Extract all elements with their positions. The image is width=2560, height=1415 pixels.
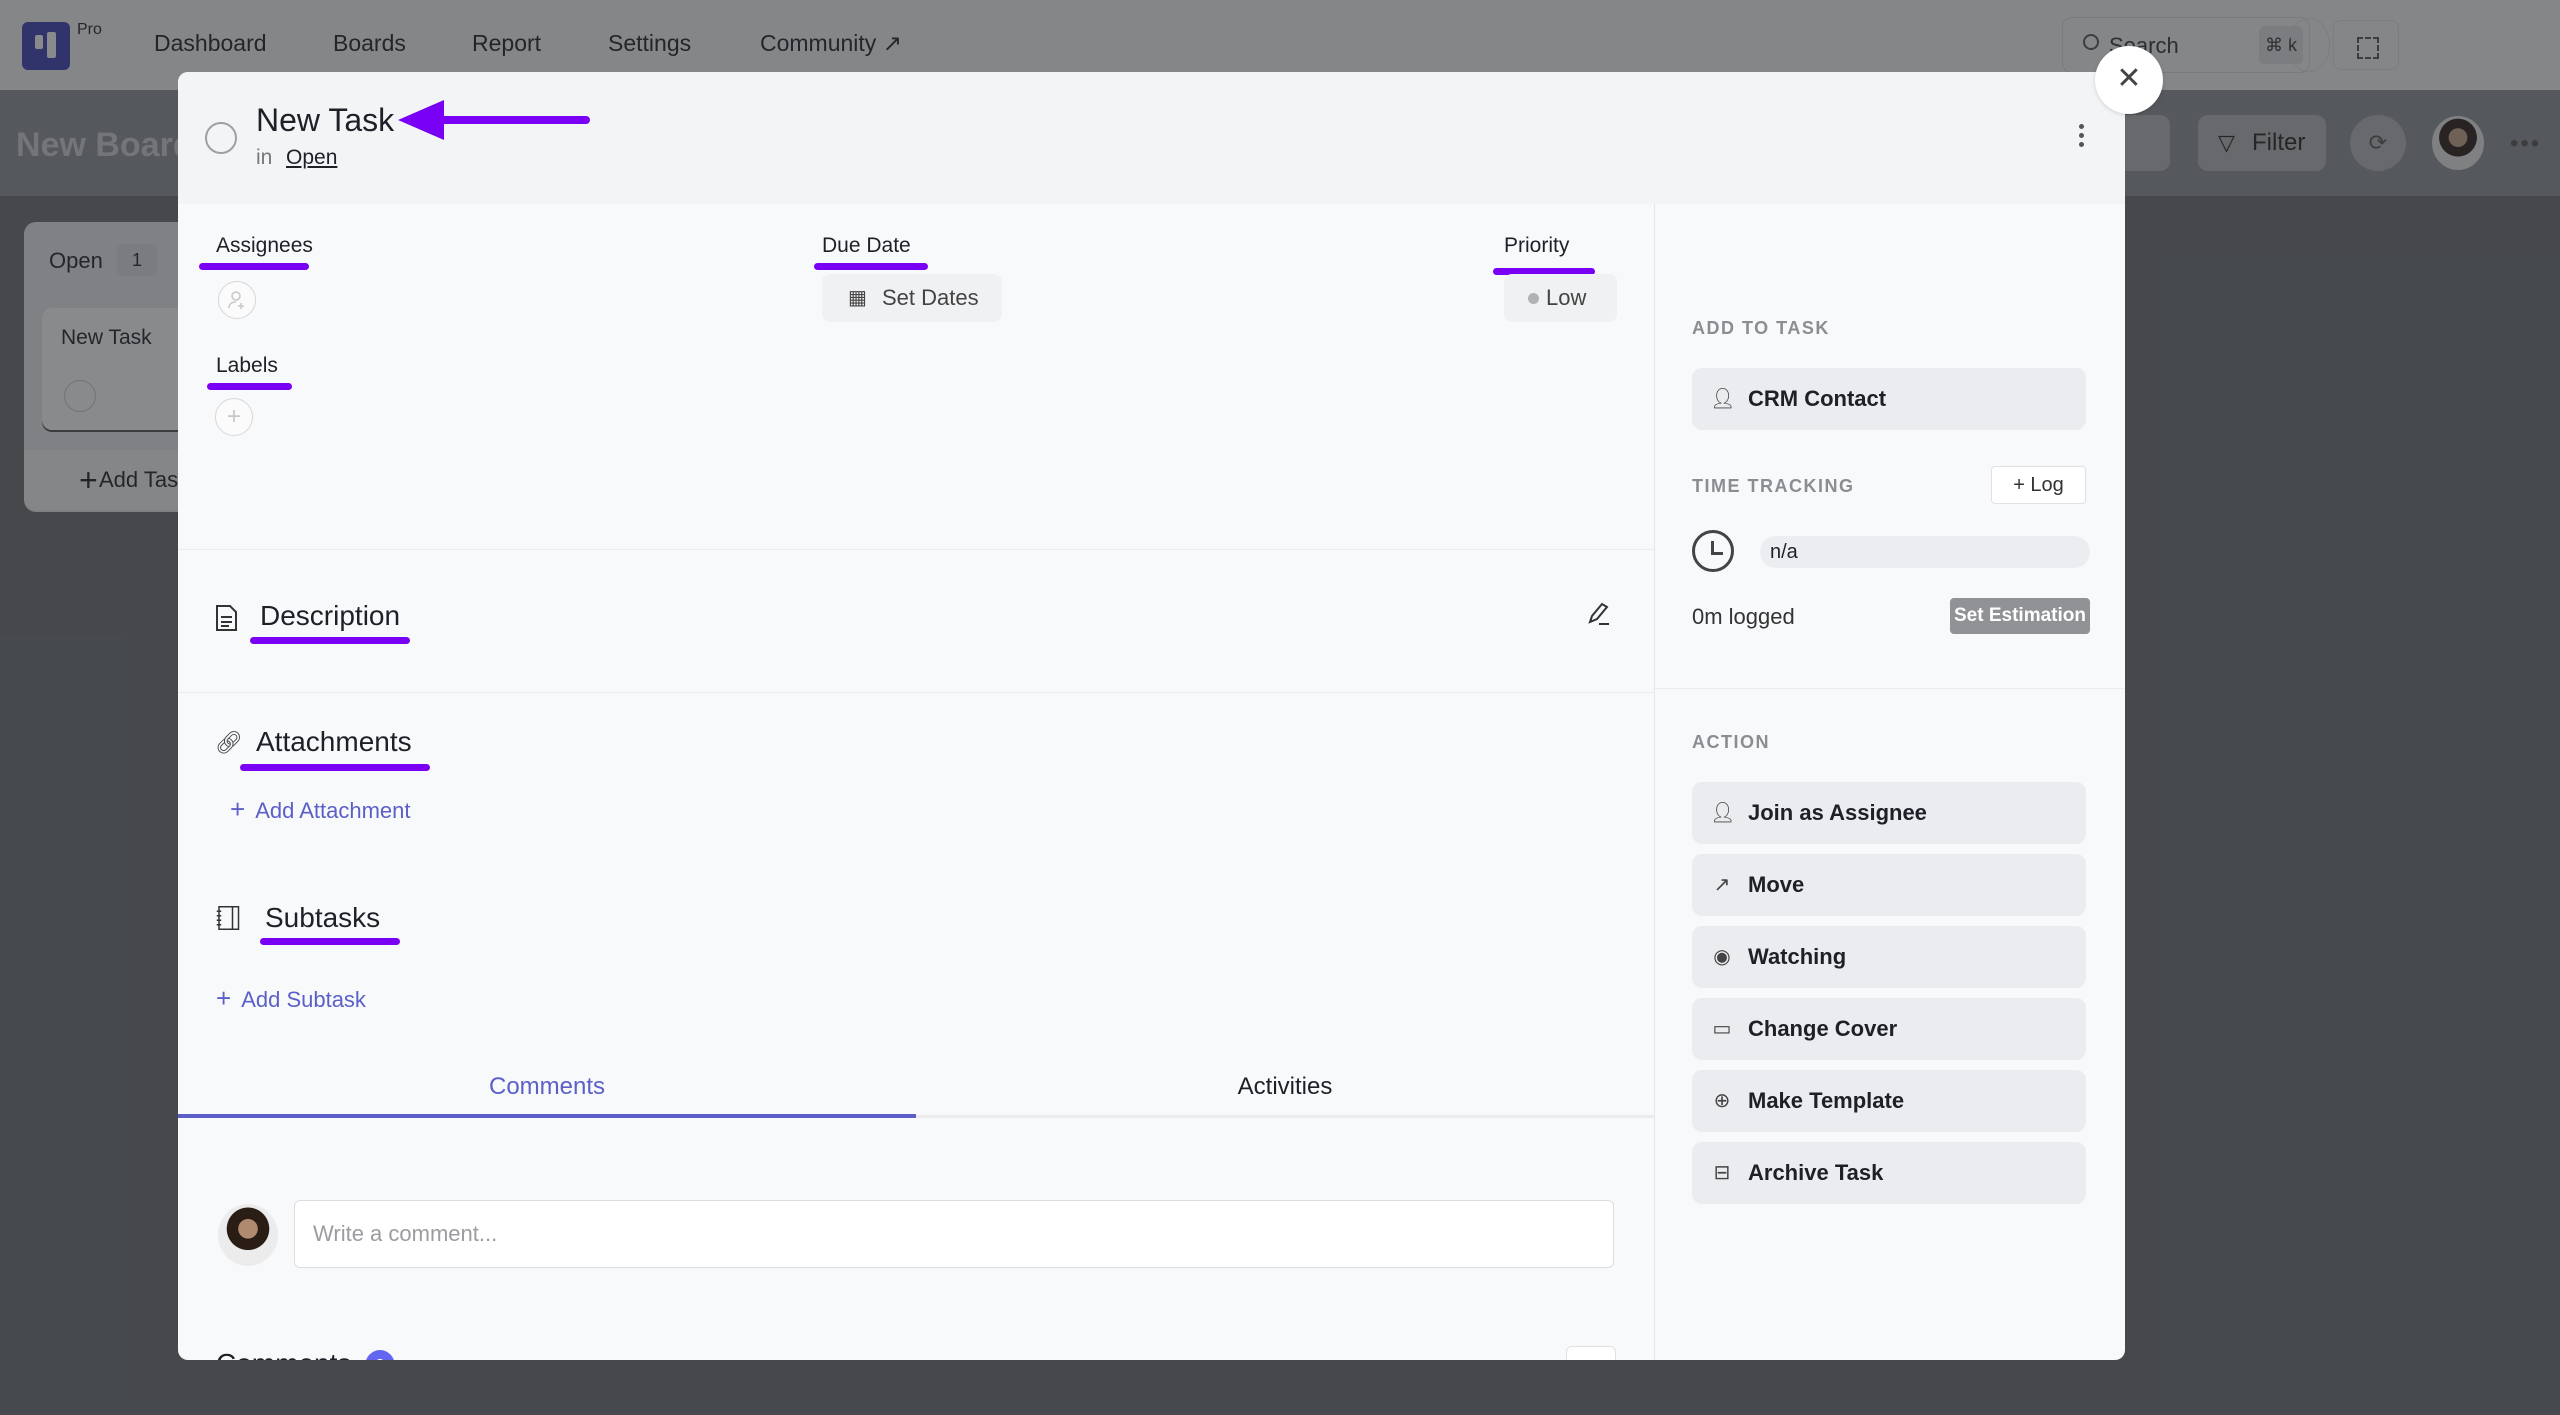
- action-heading: ACTION: [1692, 732, 1770, 752]
- stage-prefix: in: [256, 146, 273, 169]
- move-button[interactable]: ↗ Move: [1692, 854, 2086, 916]
- action-label: Make Template: [1748, 1088, 1905, 1113]
- action-label: Join as Assignee: [1748, 800, 1927, 825]
- annotation-arrow-icon: [398, 100, 590, 140]
- arrow-up-right-icon: ↗: [1713, 874, 1731, 896]
- priority-value: Low: [1546, 285, 1587, 310]
- eye-icon: ◉: [1713, 946, 1731, 968]
- join-as-assignee-button[interactable]: 👤︎ Join as Assignee: [1692, 782, 2086, 844]
- archive-task-button[interactable]: ⊟ Archive Task: [1692, 1142, 2086, 1204]
- make-template-button[interactable]: ⊕ Make Template: [1692, 1070, 2086, 1132]
- edit-pencil-icon[interactable]: [1584, 600, 1614, 630]
- annotation-underline: [260, 938, 400, 945]
- log-time-button[interactable]: + Log: [1991, 466, 2086, 504]
- add-attachment-label: Add Attachment: [255, 798, 411, 823]
- divider: [1655, 688, 2125, 689]
- action-label: Watching: [1748, 944, 1847, 969]
- divider: [178, 692, 1654, 693]
- user-icon: 👤︎: [1710, 388, 1736, 410]
- plus-icon: +: [216, 983, 232, 1013]
- user-icon: 👤︎: [1710, 802, 1736, 824]
- annotation-underline: [240, 764, 430, 771]
- comments-activities-tabs: Comments Activities: [178, 1064, 1654, 1118]
- plus-circle-icon: ⊕: [1713, 1090, 1731, 1112]
- link-icon: 🔗︎: [215, 730, 243, 755]
- set-dates-button[interactable]: ▦ Set Dates: [822, 274, 1002, 322]
- stage-link[interactable]: Open: [286, 146, 337, 170]
- action-label: Move: [1748, 872, 1805, 897]
- time-tracking-heading: TIME TRACKING: [1692, 476, 1855, 496]
- notebook-icon: [216, 906, 240, 930]
- action-label: Archive Task: [1748, 1160, 1884, 1185]
- priority-select[interactable]: Low: [1504, 274, 1617, 322]
- chevron-down-icon[interactable]: ⌄: [1566, 1346, 1616, 1360]
- add-label-button[interactable]: +: [215, 398, 253, 436]
- change-cover-button[interactable]: ▭ Change Cover: [1692, 998, 2086, 1060]
- current-user-avatar: [218, 1204, 278, 1266]
- comments-heading: Comments: [216, 1348, 351, 1360]
- due-date-label: Due Date: [822, 234, 911, 257]
- time-logged: 0m logged: [1692, 604, 1795, 629]
- priority-dot-icon: [1528, 293, 1539, 304]
- subtasks-heading: Subtasks: [265, 902, 381, 933]
- set-estimation-button[interactable]: Set Estimation: [1950, 598, 2090, 634]
- tab-activities[interactable]: Activities: [916, 1064, 1654, 1118]
- task-title[interactable]: New Task: [256, 102, 394, 139]
- annotation-underline: [250, 637, 410, 644]
- task-main-content: Assignees Labels + Due Date ▦ Set Dates …: [178, 204, 1654, 1360]
- document-icon: [216, 605, 237, 631]
- task-sidebar: ADD TO TASK 👤︎ CRM Contact TIME TRACKING…: [1654, 204, 2125, 1360]
- watching-button[interactable]: ◉ Watching: [1692, 926, 2086, 988]
- close-modal-button[interactable]: ✕: [2095, 46, 2163, 114]
- add-subtask-link[interactable]: + Add Subtask: [216, 983, 366, 1014]
- archive-icon: ⊟: [1713, 1162, 1731, 1184]
- add-assignee-icon[interactable]: [218, 281, 256, 319]
- attachments-heading: Attachments: [256, 726, 412, 757]
- complete-task-checkbox[interactable]: [205, 122, 237, 154]
- priority-label: Priority: [1504, 234, 1570, 257]
- time-estimate-bar: n/a: [1760, 536, 2090, 568]
- action-label: Change Cover: [1748, 1016, 1898, 1041]
- divider: [178, 549, 1654, 550]
- annotation-underline: [207, 383, 292, 390]
- cover-icon: ▭: [1712, 1018, 1732, 1040]
- labels-label: Labels: [216, 354, 278, 377]
- assignees-label: Assignees: [216, 234, 313, 257]
- add-to-task-heading: ADD TO TASK: [1692, 318, 1830, 338]
- tab-comments[interactable]: Comments: [178, 1064, 916, 1118]
- plus-icon: +: [230, 794, 246, 824]
- comments-count-badge: 0: [365, 1350, 395, 1360]
- calendar-icon: ▦: [848, 287, 867, 309]
- task-detail-modal: New Task in Open Assignees Labels + Due …: [178, 72, 2125, 1360]
- clock-icon: [1692, 530, 1734, 572]
- crm-contact-label: CRM Contact: [1748, 386, 1887, 411]
- annotation-underline: [814, 263, 928, 270]
- add-attachment-link[interactable]: + Add Attachment: [230, 794, 411, 825]
- set-dates-label: Set Dates: [882, 285, 979, 310]
- crm-contact-button[interactable]: 👤︎ CRM Contact: [1692, 368, 2086, 430]
- comment-input[interactable]: [294, 1200, 1614, 1268]
- annotation-underline: [199, 263, 309, 270]
- description-heading: Description: [260, 600, 401, 631]
- add-subtask-label: Add Subtask: [241, 987, 366, 1012]
- more-vertical-icon[interactable]: [2077, 124, 2085, 150]
